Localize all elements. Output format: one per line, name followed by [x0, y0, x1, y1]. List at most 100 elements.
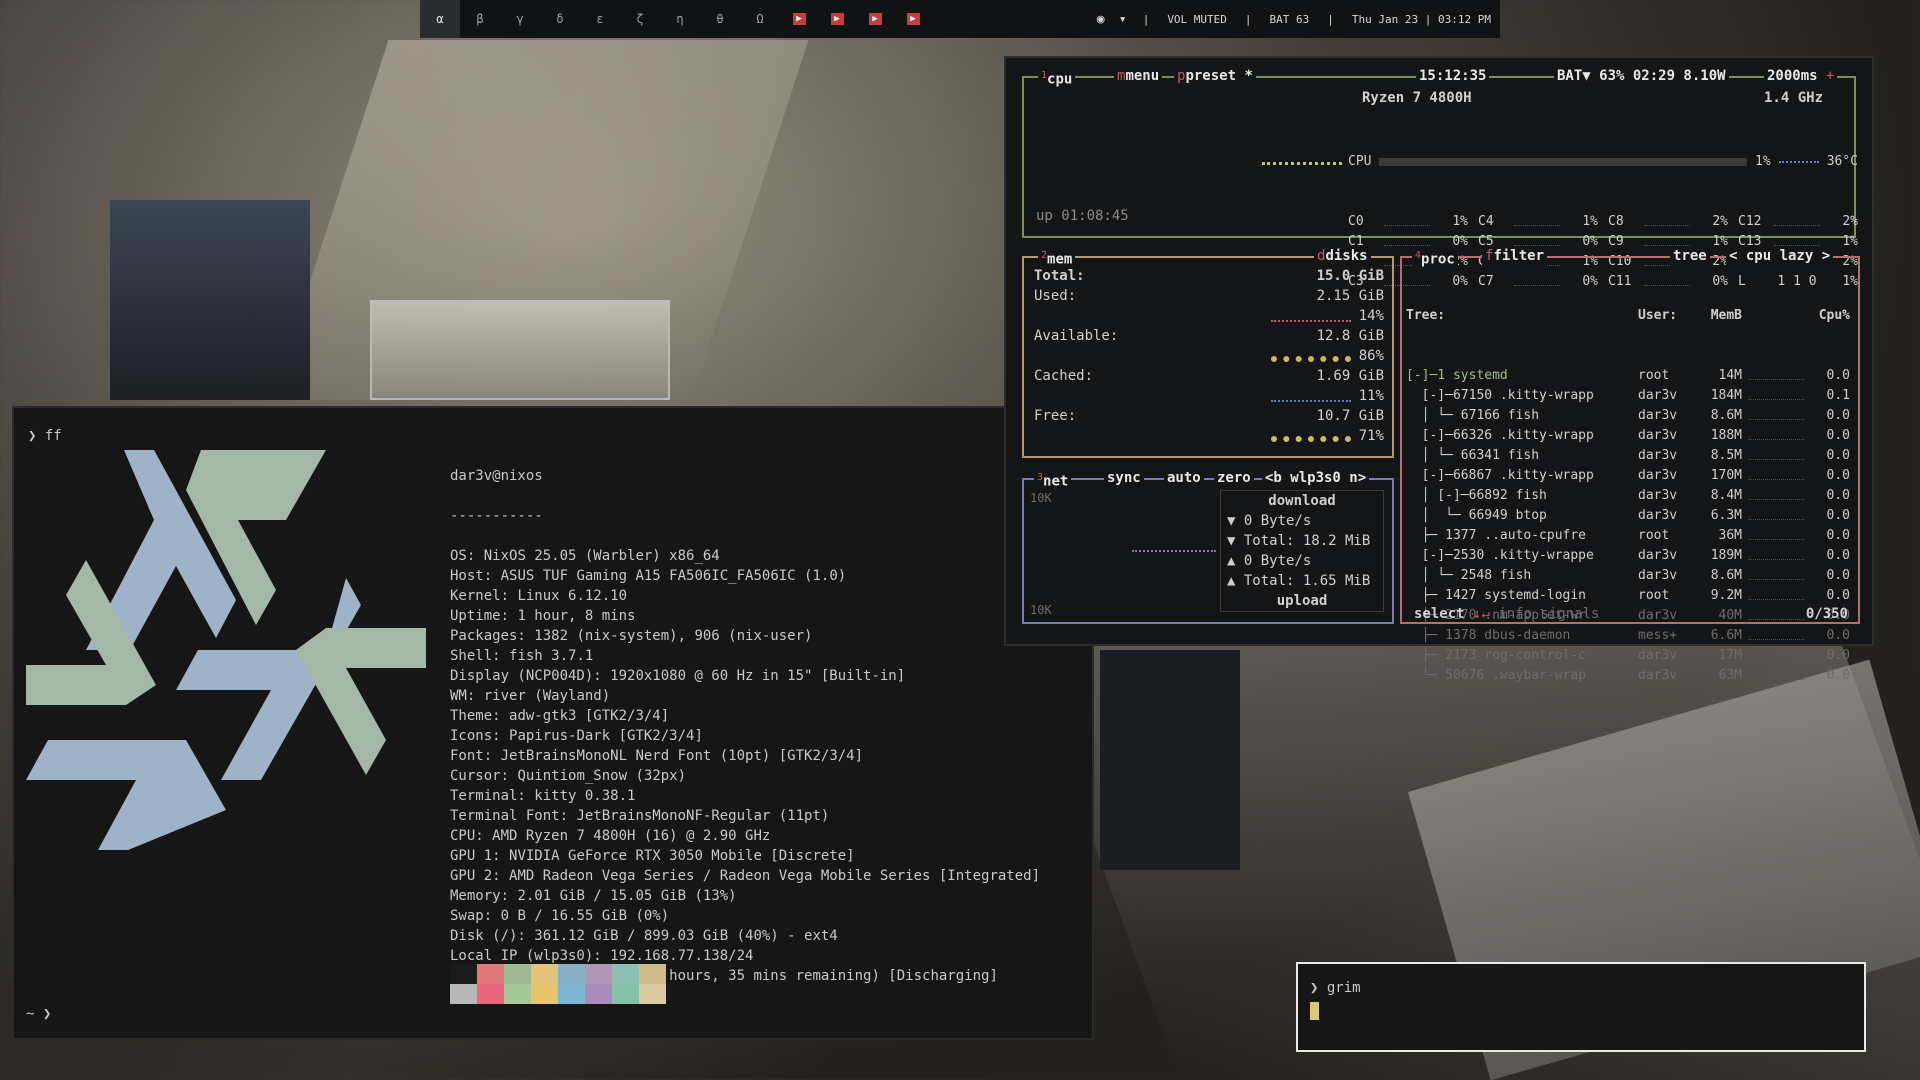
info-key: Disk (/): [450, 928, 526, 944]
info-key: Swap: [450, 908, 493, 924]
workspace-6[interactable]: ζ [620, 0, 660, 38]
process-row[interactable]: ├─ 1427 systemd-login root 9.2M 0.0 [1406, 586, 1858, 606]
mem-available: Available: 12.8 GiB [1034, 328, 1384, 344]
menu-tab[interactable]: mmenu [1114, 66, 1163, 86]
info-key: Shell: [450, 648, 501, 664]
workspace-3[interactable]: γ [500, 0, 540, 38]
update-interval[interactable]: 2000ms + [1764, 66, 1838, 86]
signals-button[interactable]: signals [1540, 606, 1599, 622]
palette-swatch [612, 964, 639, 984]
disks-tab[interactable]: ddisks [1314, 246, 1371, 266]
process-user: dar3v [1638, 488, 1678, 503]
info-value: river (Wayland) [483, 688, 611, 704]
process-mem: 189M [1710, 548, 1742, 563]
filter-field[interactable]: ffilter [1482, 246, 1548, 266]
process-mem: 9.2M [1710, 588, 1742, 603]
terminal-window-3[interactable]: ▶ [856, 0, 894, 38]
process-mem: 8.5M [1710, 448, 1742, 463]
cpu-core: C12 2% [1738, 212, 1858, 232]
workspace-1[interactable]: α [420, 0, 460, 38]
palette-swatch [558, 964, 585, 984]
workspace-5[interactable]: ε [580, 0, 620, 38]
process-row[interactable]: ├─ 2173 rog-control-c dar3v 17M 0.0 [1406, 646, 1858, 666]
info-key: Display (NCP004D): [450, 668, 602, 684]
process-cpu: 0.0 [1826, 468, 1850, 483]
terminal-window-1[interactable]: ▶ [780, 0, 818, 38]
terminal-window-2[interactable]: ▶ [818, 0, 856, 38]
core-name: C8 [1608, 214, 1624, 229]
process-graph [1748, 446, 1804, 460]
process-row[interactable]: [-]─67150 .kitty-wrapp dar3v 184M 0.1 [1406, 386, 1858, 406]
net-interface[interactable]: <b wlp3s0 n> [1262, 468, 1370, 488]
process-mem: 6.6M [1710, 628, 1742, 643]
core-graph [1514, 212, 1560, 226]
wallpaper-boxes [370, 300, 670, 400]
process-user: dar3v [1638, 668, 1678, 683]
select-button[interactable]: select [1414, 606, 1465, 622]
process-row[interactable]: [-]─66326 .kitty-wrapp dar3v 188M 0.0 [1406, 426, 1858, 446]
cpu-tab[interactable]: 1cpu [1038, 66, 1076, 90]
zero-toggle[interactable]: zero [1214, 468, 1254, 488]
process-row[interactable]: [-]─1 systemd root 14M 0.0 [1406, 366, 1858, 386]
process-graph [1748, 526, 1804, 540]
battery-status: BAT 63 [1269, 12, 1310, 26]
process-cpu: 0.0 [1826, 368, 1850, 383]
workspace-9[interactable]: Ω [740, 0, 780, 38]
process-graph [1748, 466, 1804, 480]
sort-selector[interactable]: < cpu lazy > [1726, 246, 1834, 266]
temp-graph [1778, 161, 1819, 163]
net-scale-top: 10K [1030, 491, 1052, 505]
process-row[interactable]: │ [-]─66892 fish dar3v 8.4M 0.0 [1406, 486, 1858, 506]
nixos-logo [26, 450, 426, 850]
core-graph [1384, 232, 1430, 246]
process-mem: 40M [1718, 608, 1742, 623]
info-value: NixOS 25.05 (Warbler) x86_64 [483, 548, 720, 564]
process-row[interactable]: └─ 50676 .waybar-wrap dar3v 63M 0.0 [1406, 666, 1858, 686]
cpu-core: C8 2% [1608, 212, 1728, 232]
volume-status[interactable]: VOL MUTED [1158, 13, 1236, 26]
palette-swatch [585, 964, 612, 984]
cpu-total-pct: 1% [1755, 154, 1771, 169]
process-row[interactable]: │ └─ 67166 fish dar3v 8.6M 0.0 [1406, 406, 1858, 426]
process-row[interactable]: │ └─ 66341 fish dar3v 8.5M 0.0 [1406, 446, 1858, 466]
process-row[interactable]: ├─ 1378 dbus-daemon mess+ 6.6M 0.0 [1406, 626, 1858, 646]
process-row[interactable]: │ └─ 66949 btop dar3v 6.3M 0.0 [1406, 506, 1858, 526]
core-name: C0 [1348, 214, 1364, 229]
tree-toggle[interactable]: tree [1670, 246, 1710, 266]
process-mem: 17M [1718, 648, 1742, 663]
status-bar: α β γ δ ε ζ η θ Ω ▶ ▶ ▶ ▶ ◉ ▾ | VOL MUTE… [420, 0, 1500, 38]
wifi-icon[interactable]: ▾ [1112, 12, 1134, 27]
net-stats: download ▼ 0 Byte/s ▼ Total: 18.2 MiB ▲ … [1220, 490, 1384, 612]
workspace-4[interactable]: δ [540, 0, 580, 38]
process-user: dar3v [1638, 468, 1678, 483]
info-value: AMD Ryzen 7 4800H (16) @ 2.90 GHz [492, 828, 771, 844]
workspace-8[interactable]: θ [700, 0, 740, 38]
process-row[interactable]: ├─ 1377 ..auto-cpufre root 36M 0.0 [1406, 526, 1858, 546]
auto-toggle[interactable]: auto [1164, 468, 1204, 488]
process-row[interactable]: [-]─66867 .kitty-wrapp dar3v 170M 0.0 [1406, 466, 1858, 486]
process-row[interactable]: [-]─2530 .kitty-wrappe dar3v 189M 0.0 [1406, 546, 1858, 566]
sync-toggle[interactable]: sync [1104, 468, 1144, 488]
download-rate: ▼ 0 Byte/s [1227, 513, 1312, 529]
btop-window[interactable]: 1cpu mmenu ppreset * 15:12:35 BAT▼ 63% 0… [1004, 56, 1874, 683]
wallpaper-light [271, 40, 809, 400]
palette-swatch [558, 984, 585, 1004]
core-usage: 0% [1582, 234, 1598, 249]
process-cpu: 0.0 [1826, 648, 1850, 663]
bulb-icon[interactable]: ◉ [1090, 12, 1112, 27]
net-box: 3net sync auto zero <b wlp3s0 n> 10K 10K… [1022, 468, 1394, 624]
process-graph [1748, 506, 1804, 520]
process-row[interactable]: │ └─ 2548 fish dar3v 8.6M 0.0 [1406, 566, 1858, 586]
info-line: Terminal: kitty 0.38.1 [450, 786, 1040, 806]
info-button[interactable]: info [1498, 606, 1532, 622]
cpu-temp: 36°C [1826, 154, 1858, 169]
mem-total: Total: 15.0 GiB [1034, 268, 1384, 284]
workspace-2[interactable]: β [460, 0, 500, 38]
grim-terminal[interactable]: ❯ grim [1296, 962, 1866, 1052]
workspace-7[interactable]: η [660, 0, 700, 38]
info-value: 2.01 GiB / 15.05 GiB (13%) [517, 888, 737, 904]
terminal-window-4[interactable]: ▶ [894, 0, 932, 38]
info-line: Uptime: 1 hour, 8 mins [450, 606, 1040, 626]
preset-tab[interactable]: ppreset * [1174, 66, 1256, 86]
bottom-prompt[interactable]: ~ ❯ [26, 1006, 51, 1022]
